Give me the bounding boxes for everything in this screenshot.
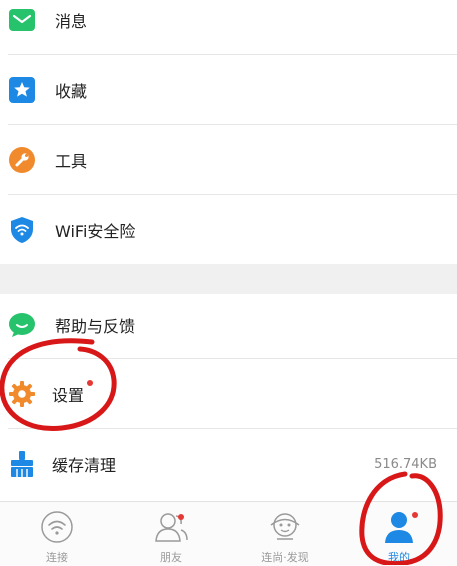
menu-item-label: 消息 <box>55 12 88 31</box>
gear-icon <box>8 380 36 408</box>
menu-item-settings[interactable]: 设置 <box>0 364 457 424</box>
tab-label: 我的 <box>388 551 410 564</box>
menu-item-label: 帮助与反馈 <box>55 317 136 336</box>
wifi-icon <box>37 510 77 544</box>
envelope-icon <box>8 6 36 34</box>
divider <box>8 124 457 125</box>
menu-item-clear-cache[interactable]: 缓存清理 516.74KB <box>0 434 457 494</box>
notification-dot <box>87 380 94 386</box>
tab-label: 朋友 <box>160 551 182 564</box>
tab-connect[interactable]: 连接 <box>0 502 114 566</box>
tab-friends[interactable]: 朋友 <box>114 502 228 566</box>
notification-dot <box>178 514 184 520</box>
menu-item-label: 工具 <box>55 152 88 171</box>
tab-discover[interactable]: 连尚·发现 <box>228 502 342 566</box>
menu-item-help-feedback[interactable]: 帮助与反馈 <box>0 295 457 355</box>
divider <box>8 54 457 55</box>
star-icon <box>8 76 36 104</box>
menu-item-label: 缓存清理 <box>52 456 117 475</box>
wrench-icon <box>8 146 36 174</box>
divider <box>8 428 457 429</box>
cache-size-value: 516.74KB <box>374 456 437 472</box>
menu-item-label: WiFi安全险 <box>55 222 136 241</box>
broom-icon <box>8 450 36 478</box>
friends-icon <box>151 510 191 544</box>
menu-item-label: 设置 <box>52 380 94 406</box>
menu-item-favorites[interactable]: 收藏 <box>0 60 457 120</box>
tab-label: 连尚·发现 <box>261 551 309 564</box>
menu-item-wifi-insurance[interactable]: WiFi安全险 <box>0 200 457 260</box>
menu-item-label: 收藏 <box>55 82 88 101</box>
tab-me[interactable]: 我的 <box>342 502 456 566</box>
tab-label: 连接 <box>46 551 68 564</box>
divider <box>8 194 457 195</box>
menu-item-tools[interactable]: 工具 <box>0 130 457 190</box>
discover-icon <box>265 510 305 544</box>
chat-bubble-icon <box>8 311 36 339</box>
settings-label-text: 设置 <box>52 386 85 405</box>
divider <box>8 358 457 359</box>
bottom-tab-bar: 连接 朋友 连尚·发现 我的 <box>0 501 457 566</box>
wifi-shield-icon <box>8 216 36 244</box>
menu-item-messages[interactable]: 消息 <box>0 0 457 50</box>
notification-dot <box>412 512 418 518</box>
section-gap <box>0 264 457 294</box>
